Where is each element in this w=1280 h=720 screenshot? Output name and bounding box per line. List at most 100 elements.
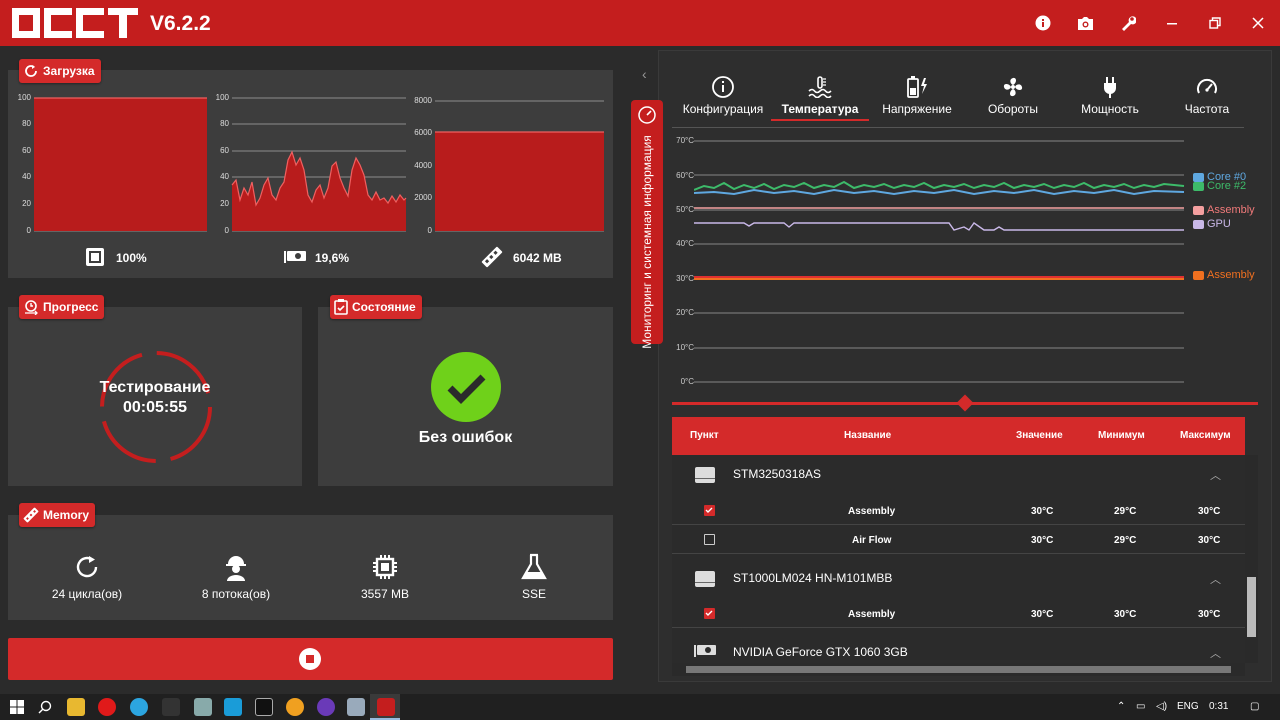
- opera-icon[interactable]: [98, 698, 116, 716]
- sensor-row: Assembly 30°C 30°C 30°C: [672, 600, 1245, 628]
- monitoring-side-tab[interactable]: Мониторинг и системная информация: [631, 100, 663, 348]
- chevron-up-icon[interactable]: ︿: [1210, 645, 1221, 661]
- restore-icon: [1209, 17, 1221, 29]
- legend-core2[interactable]: Core #2: [1193, 180, 1246, 192]
- gpu-axis-label: 40: [220, 172, 229, 181]
- check-icon: [705, 507, 713, 513]
- legend-swatch: [1193, 205, 1204, 215]
- cpu-axis-label: 20: [22, 199, 31, 208]
- col-min[interactable]: Минимум: [1098, 430, 1145, 441]
- app-icon[interactable]: [317, 698, 335, 716]
- timer-icon: [25, 300, 38, 315]
- tray-expand-icon[interactable]: ⌃: [1117, 701, 1125, 712]
- hdd-icon: [695, 467, 715, 483]
- legend-assembly-ssd[interactable]: Assembly: [1193, 269, 1255, 281]
- tab-temperature[interactable]: Температура: [770, 76, 870, 116]
- browser-icon[interactable]: [286, 698, 304, 716]
- progress-title: Прогресс: [43, 300, 99, 314]
- gpu-axis-label: 0: [224, 226, 229, 235]
- zoom-icon[interactable]: [224, 698, 242, 716]
- ram-load-value: 6042 MB: [513, 251, 562, 265]
- tab-voltage[interactable]: Напряжение: [867, 76, 967, 116]
- monitoring-side-tab-label: Мониторинг и системная информация: [640, 134, 654, 349]
- sensor-group[interactable]: NVIDIA GeForce GTX 1060 3GB ︿: [672, 633, 1245, 663]
- windows-start-icon[interactable]: [10, 700, 24, 714]
- file-explorer-icon[interactable]: [67, 698, 85, 716]
- occt-taskbar-button[interactable]: [370, 694, 400, 720]
- search-icon[interactable]: [38, 700, 52, 714]
- cpu-axis-label: 80: [22, 119, 31, 128]
- windows-taskbar: ⌃ ▭ ◁) ENG 0:31 ▢: [0, 694, 1280, 720]
- col-item[interactable]: Пункт: [690, 430, 719, 441]
- horizontal-scrollbar[interactable]: [672, 663, 1245, 676]
- thermometer-icon: [808, 76, 832, 98]
- clock[interactable]: 0:31: [1209, 701, 1228, 712]
- collapse-panel-icon[interactable]: ‹: [642, 66, 647, 82]
- temp-axis-label: 40°C: [676, 239, 694, 248]
- sensor-max: 30°C: [1198, 535, 1221, 546]
- vertical-scrollbar[interactable]: [1245, 455, 1258, 663]
- title-bar: V6.2.2: [0, 0, 1280, 46]
- close-icon: [1252, 17, 1264, 29]
- sensor-name: Air Flow: [852, 535, 892, 546]
- sensor-table-body: STM3250318AS ︿ Assembly 30°C 29°C 30°C A…: [672, 455, 1245, 663]
- tab-frequency-label: Частота: [1184, 102, 1230, 116]
- volume-icon[interactable]: ◁): [1156, 701, 1167, 712]
- legend-label: Core #2: [1207, 180, 1247, 192]
- minimize-button[interactable]: [1161, 12, 1183, 34]
- app-icon[interactable]: [194, 698, 212, 716]
- progress-tag: Прогресс: [19, 295, 105, 319]
- chevron-up-icon[interactable]: ︿: [1210, 571, 1221, 587]
- sensor-checkbox[interactable]: [704, 505, 715, 516]
- language-indicator[interactable]: ENG: [1177, 701, 1199, 712]
- series-gpu: [694, 222, 1184, 231]
- scrollbar-thumb[interactable]: [686, 666, 1231, 673]
- sensor-group[interactable]: STM3250318AS ︿: [672, 455, 1245, 491]
- gpu-axis-label: 60: [220, 146, 229, 155]
- sensor-checkbox[interactable]: [704, 608, 715, 619]
- tab-voltage-label: Напряжение: [882, 102, 952, 116]
- legend-gpu[interactable]: GPU: [1193, 218, 1231, 230]
- tab-power-label: Мощность: [1081, 102, 1139, 116]
- screenshot-button[interactable]: [1074, 12, 1096, 34]
- tab-frequency[interactable]: Частота: [1157, 76, 1257, 116]
- stop-button[interactable]: [8, 638, 613, 680]
- memory-title: Memory: [43, 508, 90, 522]
- col-value[interactable]: Значение: [1016, 430, 1063, 441]
- tab-power[interactable]: Мощность: [1060, 76, 1160, 116]
- tab-fans[interactable]: Обороты: [963, 76, 1063, 116]
- tab-configuration[interactable]: Конфигурация: [673, 76, 773, 116]
- state-result: Без ошибок: [418, 429, 513, 446]
- network-icon[interactable]: ▭: [1136, 701, 1145, 712]
- close-button[interactable]: [1247, 12, 1269, 34]
- check-circle-icon: [431, 352, 501, 422]
- sensor-min: 29°C: [1114, 506, 1137, 517]
- sensor-group[interactable]: ST1000LM024 HN-M101MBB ︿: [672, 559, 1245, 595]
- sensor-checkbox[interactable]: [704, 534, 715, 545]
- terminal-icon[interactable]: [255, 698, 273, 716]
- telegram-icon[interactable]: [130, 698, 148, 716]
- info-button[interactable]: [1032, 12, 1054, 34]
- settings-button[interactable]: [1117, 12, 1139, 34]
- info-icon: [1035, 15, 1051, 31]
- memory-threads-label: 8 потока(ов): [201, 587, 271, 601]
- app-icon[interactable]: [347, 698, 365, 716]
- scrollbar-thumb[interactable]: [1247, 577, 1256, 637]
- col-max[interactable]: Максимум: [1180, 430, 1231, 441]
- notifications-icon[interactable]: ▢: [1250, 701, 1259, 712]
- legend-assembly-hdd[interactable]: Assembly: [1193, 204, 1255, 216]
- steam-icon[interactable]: [162, 698, 180, 716]
- memory-instr: SSE: [459, 553, 609, 601]
- plug-icon: [1104, 77, 1116, 98]
- worker-icon: [226, 556, 246, 581]
- col-name[interactable]: Название: [844, 430, 891, 441]
- temp-axis-label: 20°C: [676, 308, 694, 317]
- progress-panel: Тестирование 00:05:55: [8, 307, 302, 486]
- restore-button[interactable]: [1204, 12, 1226, 34]
- cpu-axis-label: 40: [22, 172, 31, 181]
- legend-label: Assembly: [1207, 204, 1255, 216]
- chevron-up-icon[interactable]: ︿: [1210, 467, 1221, 483]
- check-icon: [705, 610, 713, 616]
- sensor-row: Assembly 30°C 29°C 30°C: [672, 497, 1245, 525]
- stop-icon: [299, 648, 321, 670]
